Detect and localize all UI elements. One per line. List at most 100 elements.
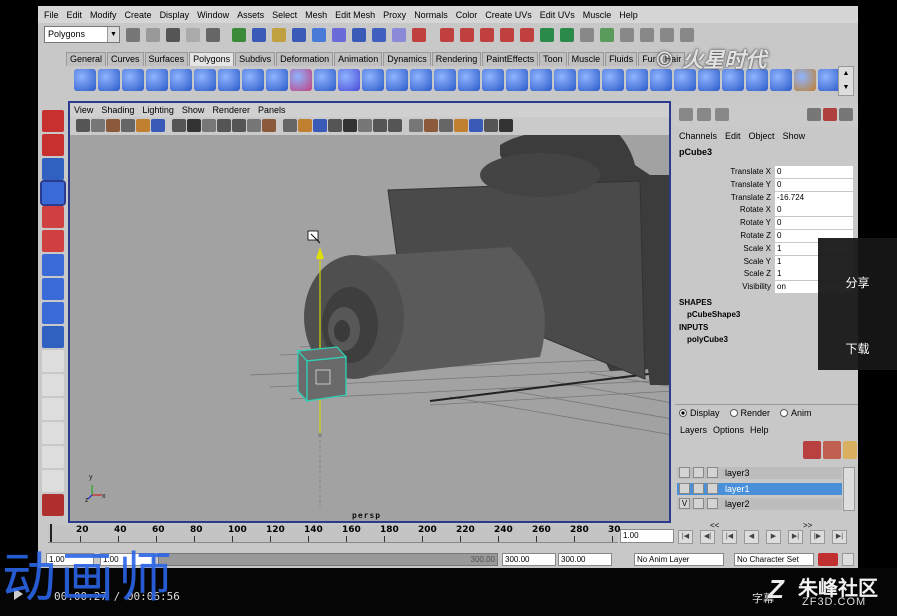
layer-row-layer3[interactable]: layer3 [677,467,842,479]
menu-help[interactable]: Help [615,10,642,20]
layer-color-swatch[interactable] [707,482,718,494]
layer-scrollbar[interactable] [843,467,855,511]
close-panel-icon[interactable] [823,108,837,121]
status-tool-24-icon[interactable] [600,28,614,42]
last-tool-icon[interactable] [42,326,64,348]
panel-tool-8-icon[interactable] [187,119,201,132]
status-tool-17-icon[interactable] [460,28,474,42]
menu-create-uvs[interactable]: Create UVs [481,10,536,20]
time-ruler[interactable]: 20 40 60 80 100 120 140 160 180 200 220 240 260 280 30 [48,524,621,543]
options-icon[interactable] [839,108,853,121]
shelf-tool-20-icon[interactable] [530,69,552,91]
layer-menu-help[interactable]: Help [747,425,772,435]
tool-settings-icon[interactable] [807,108,821,121]
shelf-tab-dynamics[interactable]: Dynamics [383,52,431,66]
panel-tool-3-icon[interactable] [106,119,120,132]
shelf-tool-11-icon[interactable] [314,69,336,91]
panel-tool-22-icon[interactable] [409,119,423,132]
layer-visibility-toggle[interactable] [679,467,690,478]
menu-modify[interactable]: Modify [86,10,121,20]
panel-tool-5-icon[interactable] [136,119,150,132]
shelf-tab-painteffects[interactable]: PaintEffects [482,52,539,66]
shelf-tool-22-icon[interactable] [578,69,600,91]
status-tool-14-icon[interactable] [392,28,406,42]
status-tool-12-icon[interactable] [352,28,366,42]
shelf-tool-3-icon[interactable] [122,69,144,91]
shelf-tool-7-icon[interactable] [218,69,240,91]
panel-menu-renderer[interactable]: Renderer [208,105,254,115]
status-tool-28-icon[interactable] [680,28,694,42]
layer-row-layer1[interactable]: layer1 [677,482,842,495]
soft-mod-icon[interactable] [42,278,64,300]
show-manip-icon[interactable] [42,302,64,324]
shelf-tab-fluids[interactable]: Fluids [605,52,638,66]
playhead-marker[interactable] [50,524,52,542]
status-tool-15-icon[interactable] [412,28,426,42]
status-tool-8-icon[interactable] [272,28,286,42]
shelf-tool-29-icon[interactable] [746,69,768,91]
shelf-tool-6-icon[interactable] [194,69,216,91]
radio-display[interactable] [679,409,687,417]
layer-color-swatch[interactable] [707,498,718,509]
shape-node[interactable]: pCubeShape3 [687,310,740,319]
attr-value-field[interactable]: 0 [775,166,853,178]
shelf-tool-4-icon[interactable] [146,69,168,91]
status-tool-25-icon[interactable] [620,28,634,42]
panel-tool-19-icon[interactable] [358,119,372,132]
shelf-tool-16-icon[interactable] [434,69,456,91]
layer-options-icon[interactable] [843,441,857,459]
new-layer-selected-icon[interactable] [823,441,841,459]
attribute-editor-icon[interactable] [715,108,729,121]
layout-graph-icon[interactable] [42,446,64,468]
status-tool-21-icon[interactable] [540,28,554,42]
move-tool-icon[interactable] [40,180,66,206]
menu-normals[interactable]: Normals [410,10,452,20]
paint-select-tool-icon[interactable] [42,158,64,180]
play-backwards-icon[interactable]: ◀ [744,530,759,544]
maya-logo-icon[interactable] [42,494,64,516]
status-tool-18-icon[interactable] [480,28,494,42]
object-name[interactable]: pCube3 [679,147,712,157]
shelf-tab-animation[interactable]: Animation [334,52,383,66]
step-forward-icon[interactable]: |▶ [810,530,825,544]
panel-tool-26-icon[interactable] [469,119,483,132]
attr-value-field[interactable]: 0 [775,204,853,217]
panel-tool-28-icon[interactable] [499,119,513,132]
panel-tool-2-icon[interactable] [91,119,105,132]
selected-cube[interactable] [296,346,348,403]
status-tool-27-icon[interactable] [660,28,674,42]
menu-edit[interactable]: Edit [63,10,87,20]
layer-row-layer2[interactable]: Vlayer2 [677,498,842,510]
layout-two-icon[interactable] [42,398,64,420]
radio-anim[interactable] [780,409,789,417]
panel-tool-7-icon[interactable] [172,119,186,132]
shelf-tool-25-icon[interactable] [650,69,672,91]
layer-mode-anim[interactable]: Anim [780,408,812,418]
status-tool-10-icon[interactable] [312,28,326,42]
shelf-tool-2-icon[interactable] [98,69,120,91]
layer-menu-options[interactable]: Options [710,425,747,435]
layout-single-icon[interactable] [42,350,64,372]
attr-value-field[interactable]: 0 [775,178,853,191]
channel-menu-edit[interactable]: Edit [721,131,745,141]
share-button[interactable]: 分享 [818,274,897,291]
status-tool-26-icon[interactable] [640,28,654,42]
channel-menu-show[interactable]: Show [779,131,810,141]
attr-value-field[interactable]: 0 [775,217,853,230]
layer-type-toggle[interactable] [693,467,704,478]
shelf-tool-19-icon[interactable] [506,69,528,91]
playback-end-field[interactable]: 300.00 [502,553,556,566]
lasso-tool-icon[interactable] [42,134,64,156]
anim-layer-dropdown[interactable]: No Anim Layer [634,553,724,566]
shelf-tool-10-icon[interactable] [290,69,312,91]
status-tool-20-icon[interactable] [520,28,534,42]
shelf-tool-15-icon[interactable] [410,69,432,91]
current-frame-field[interactable]: 1.00 [620,529,674,543]
go-to-end-icon[interactable]: ▶| [832,530,847,544]
panel-tool-16-icon[interactable] [313,119,327,132]
shelf-tool-8-icon[interactable] [242,69,264,91]
panel-tool-12-icon[interactable] [247,119,261,132]
preferences-icon[interactable] [842,553,854,566]
panel-tool-1-icon[interactable] [76,119,90,132]
panel-tool-17-icon[interactable] [328,119,342,132]
